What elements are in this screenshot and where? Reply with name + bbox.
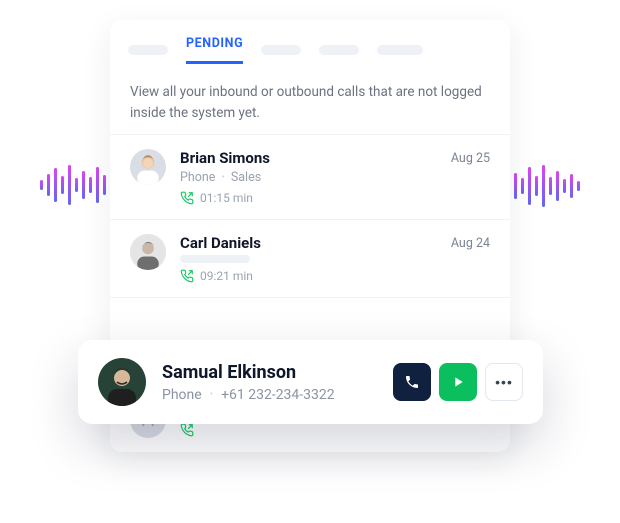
separator-dot: • xyxy=(221,172,224,183)
tab-placeholder[interactable] xyxy=(261,45,301,55)
call-name: Carl Daniels xyxy=(180,234,437,252)
play-icon xyxy=(450,374,466,390)
call-row[interactable]: Brian Simons Phone • Sales 01:15 min Aug… xyxy=(110,134,510,219)
avatar xyxy=(130,234,166,270)
call-duration: 09:21 min xyxy=(200,269,253,283)
soundwave-decoration-right xyxy=(507,165,580,207)
avatar xyxy=(130,149,166,185)
call-date: Aug 25 xyxy=(451,149,490,166)
phone-out-icon xyxy=(180,191,194,205)
phone-out-icon xyxy=(180,269,194,283)
popup-phone-number: +61 232-234-3322 xyxy=(221,387,335,403)
popup-subtext-type: Phone xyxy=(162,387,202,403)
phone-out-icon xyxy=(180,423,194,437)
call-button[interactable] xyxy=(393,363,431,401)
popup-name: Samual Elkinson xyxy=(162,362,377,383)
soundwave-decoration-left xyxy=(40,165,113,205)
separator-dot: • xyxy=(210,389,213,400)
call-row[interactable]: Carl Daniels 09:21 min Aug 24 xyxy=(110,219,510,297)
call-date: Aug 24 xyxy=(451,234,490,251)
avatar-person-icon xyxy=(130,149,166,185)
tab-placeholder[interactable] xyxy=(128,45,168,55)
call-name: Brian Simons xyxy=(180,149,437,167)
tab-placeholder[interactable] xyxy=(319,45,359,55)
tab-description: View all your inbound or outbound calls … xyxy=(110,64,510,134)
more-button[interactable]: ••• xyxy=(485,363,523,401)
avatar xyxy=(98,358,146,406)
tab-placeholder[interactable] xyxy=(377,45,423,55)
play-button[interactable] xyxy=(439,363,477,401)
call-duration: 01:15 min xyxy=(200,191,253,205)
tab-pending[interactable]: PENDING xyxy=(186,36,243,64)
call-subtext-tag: Sales xyxy=(231,170,261,185)
placeholder-bar xyxy=(180,255,250,263)
avatar-person-icon xyxy=(130,234,166,270)
phone-icon xyxy=(404,374,420,390)
more-icon: ••• xyxy=(495,374,513,390)
tabs: PENDING xyxy=(110,20,510,64)
avatar-person-icon xyxy=(98,358,146,406)
call-subtext-type: Phone xyxy=(180,170,215,185)
call-detail-popup: Samual Elkinson Phone • +61 232-234-3322… xyxy=(78,340,543,424)
